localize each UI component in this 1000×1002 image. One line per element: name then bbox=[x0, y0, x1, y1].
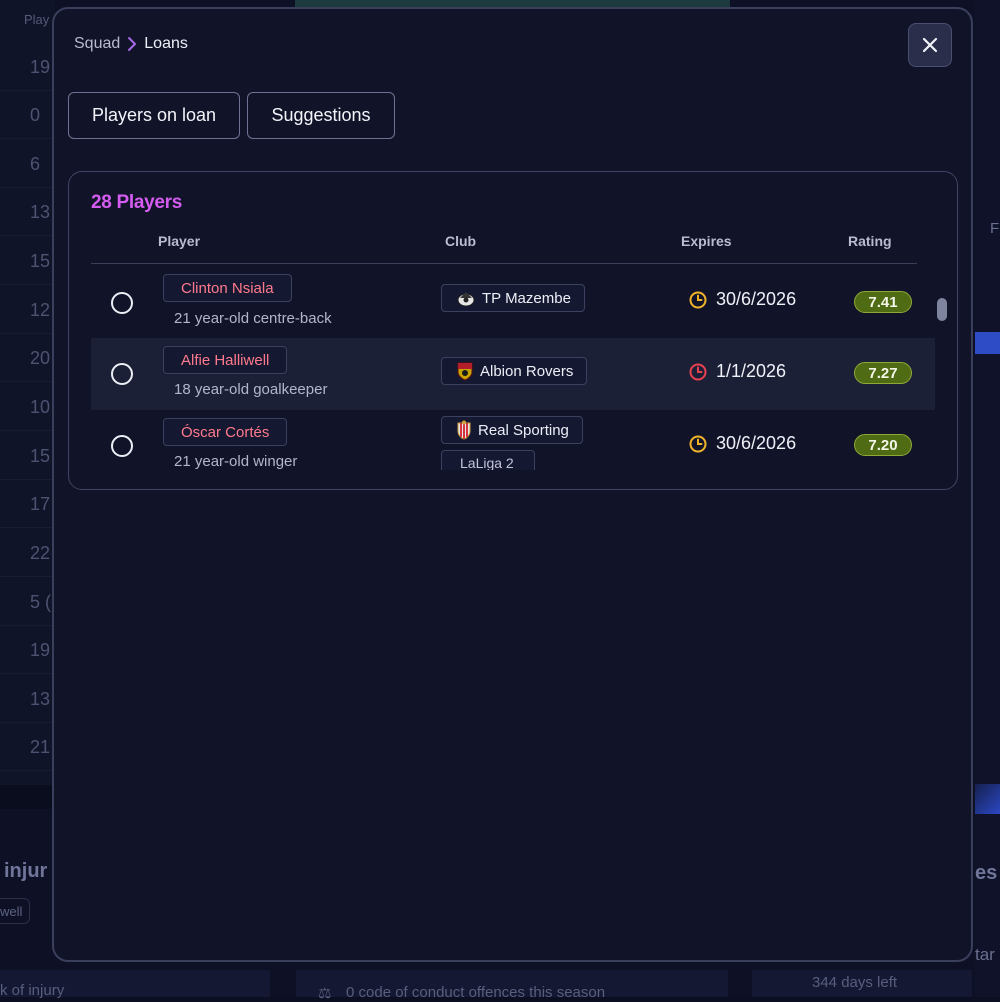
player-name-link[interactable]: Alfie Halliwell bbox=[163, 346, 287, 374]
background-row: 22 bbox=[0, 531, 55, 577]
background-right-letter: F bbox=[990, 220, 999, 237]
chevron-right-icon bbox=[123, 35, 141, 53]
background-row: 15 bbox=[0, 434, 55, 480]
loans-modal: Squad Loans Players on loan Suggestions … bbox=[52, 7, 973, 962]
row-select-radio[interactable] bbox=[111, 435, 133, 457]
background-row: 19 bbox=[0, 45, 55, 91]
players-count: 28 Players bbox=[91, 192, 182, 214]
expiry-date-text: 30/6/2026 bbox=[716, 433, 796, 454]
background-row: 12 bbox=[0, 288, 55, 334]
table-row[interactable]: Óscar Cortés 21 year-old winger Real Spo… bbox=[91, 410, 935, 482]
expiry-date: 1/1/2026 bbox=[688, 361, 786, 382]
background-row: 19 bbox=[0, 628, 55, 674]
loans-table-card: 28 Players Player Club Expires Rating Cl… bbox=[68, 171, 958, 490]
breadcrumb-current: Loans bbox=[144, 35, 188, 53]
club-chip[interactable]: Albion Rovers bbox=[441, 357, 587, 385]
tab-players-on-loan[interactable]: Players on loan bbox=[68, 92, 240, 139]
club-name: TP Mazembe bbox=[482, 290, 571, 307]
rating-badge: 7.41 bbox=[854, 291, 912, 313]
albion-rovers-crest-icon bbox=[456, 361, 474, 381]
table-row[interactable]: Alfie Halliwell 18 year-old goalkeeper A… bbox=[91, 338, 935, 410]
row-select-radio[interactable] bbox=[111, 292, 133, 314]
player-description: 21 year-old centre-back bbox=[174, 310, 332, 327]
player-name-link[interactable]: Óscar Cortés bbox=[163, 418, 287, 446]
player-description: 21 year-old winger bbox=[174, 453, 297, 470]
column-header-rating[interactable]: Rating bbox=[848, 233, 892, 249]
close-button[interactable] bbox=[908, 23, 952, 67]
club-name: Real Sporting bbox=[478, 422, 569, 439]
expiry-date-text: 30/6/2026 bbox=[716, 289, 796, 310]
background-row: 15 bbox=[0, 239, 55, 285]
expiry-date: 30/6/2026 bbox=[688, 289, 796, 310]
background-top-bar bbox=[295, 0, 730, 7]
background-divider bbox=[0, 785, 55, 809]
club-name: Albion Rovers bbox=[480, 363, 573, 380]
breadcrumb: Squad Loans bbox=[74, 35, 188, 53]
player-description: 18 year-old goalkeeper bbox=[174, 381, 327, 398]
background-gavel-icon: ⚖ bbox=[318, 984, 331, 1002]
background-accent-bar bbox=[975, 332, 1000, 354]
row-select-radio[interactable] bbox=[111, 363, 133, 385]
clock-icon bbox=[688, 434, 708, 454]
real-sporting-crest-icon bbox=[456, 420, 472, 440]
background-row: 6 bbox=[0, 142, 55, 188]
close-icon bbox=[921, 36, 939, 54]
background-injuries-heading: injur bbox=[4, 860, 47, 883]
background-row: 20 bbox=[0, 336, 55, 382]
league-chip[interactable]: LaLiga 2 bbox=[441, 450, 535, 470]
column-header-club[interactable]: Club bbox=[445, 233, 476, 249]
background-row: 13 bbox=[0, 677, 55, 723]
table-row[interactable]: Clinton Nsiala 21 year-old centre-back T… bbox=[91, 266, 935, 338]
background-row: 21 bbox=[0, 725, 55, 771]
background-conduct-text: 0 code of conduct offences this season bbox=[346, 984, 605, 1001]
tp-mazembe-crest-icon bbox=[456, 289, 476, 307]
expiry-date-text: 1/1/2026 bbox=[716, 361, 786, 382]
background-right-text: tar bbox=[975, 945, 995, 965]
column-header-player[interactable]: Player bbox=[158, 233, 200, 249]
background-row: 13 bbox=[0, 190, 55, 236]
background-column-header: Play bbox=[24, 12, 49, 27]
clock-icon bbox=[688, 362, 708, 382]
tab-suggestions[interactable]: Suggestions bbox=[247, 92, 395, 139]
background-row: 5 ( bbox=[0, 580, 55, 626]
club-chip[interactable]: TP Mazembe bbox=[441, 284, 585, 312]
background-squad-column: Play 19 0 6 13 15 12 20 10 15 17 22 5 ( … bbox=[0, 0, 55, 790]
header-divider bbox=[91, 263, 917, 264]
expiry-date: 30/6/2026 bbox=[688, 433, 796, 454]
background-right-column bbox=[975, 0, 1000, 997]
club-chip[interactable]: Real Sporting bbox=[441, 416, 583, 444]
background-right-heading: es bbox=[975, 862, 997, 885]
background-days-left: 344 days left bbox=[812, 974, 897, 991]
background-row: 17 bbox=[0, 482, 55, 528]
clock-icon bbox=[688, 290, 708, 310]
background-row: 10 bbox=[0, 385, 55, 431]
background-accent-graphic bbox=[975, 784, 1000, 814]
rating-badge: 7.20 bbox=[854, 434, 912, 456]
breadcrumb-squad-link[interactable]: Squad bbox=[74, 35, 120, 53]
table-scrollbar[interactable] bbox=[937, 298, 947, 321]
rating-badge: 7.27 bbox=[854, 362, 912, 384]
background-injury-caption: k of injury bbox=[0, 982, 64, 999]
background-row: 0 bbox=[0, 93, 55, 139]
background-injured-player-chip: well bbox=[0, 898, 30, 924]
column-header-expires[interactable]: Expires bbox=[681, 233, 732, 249]
player-name-link[interactable]: Clinton Nsiala bbox=[163, 274, 292, 302]
